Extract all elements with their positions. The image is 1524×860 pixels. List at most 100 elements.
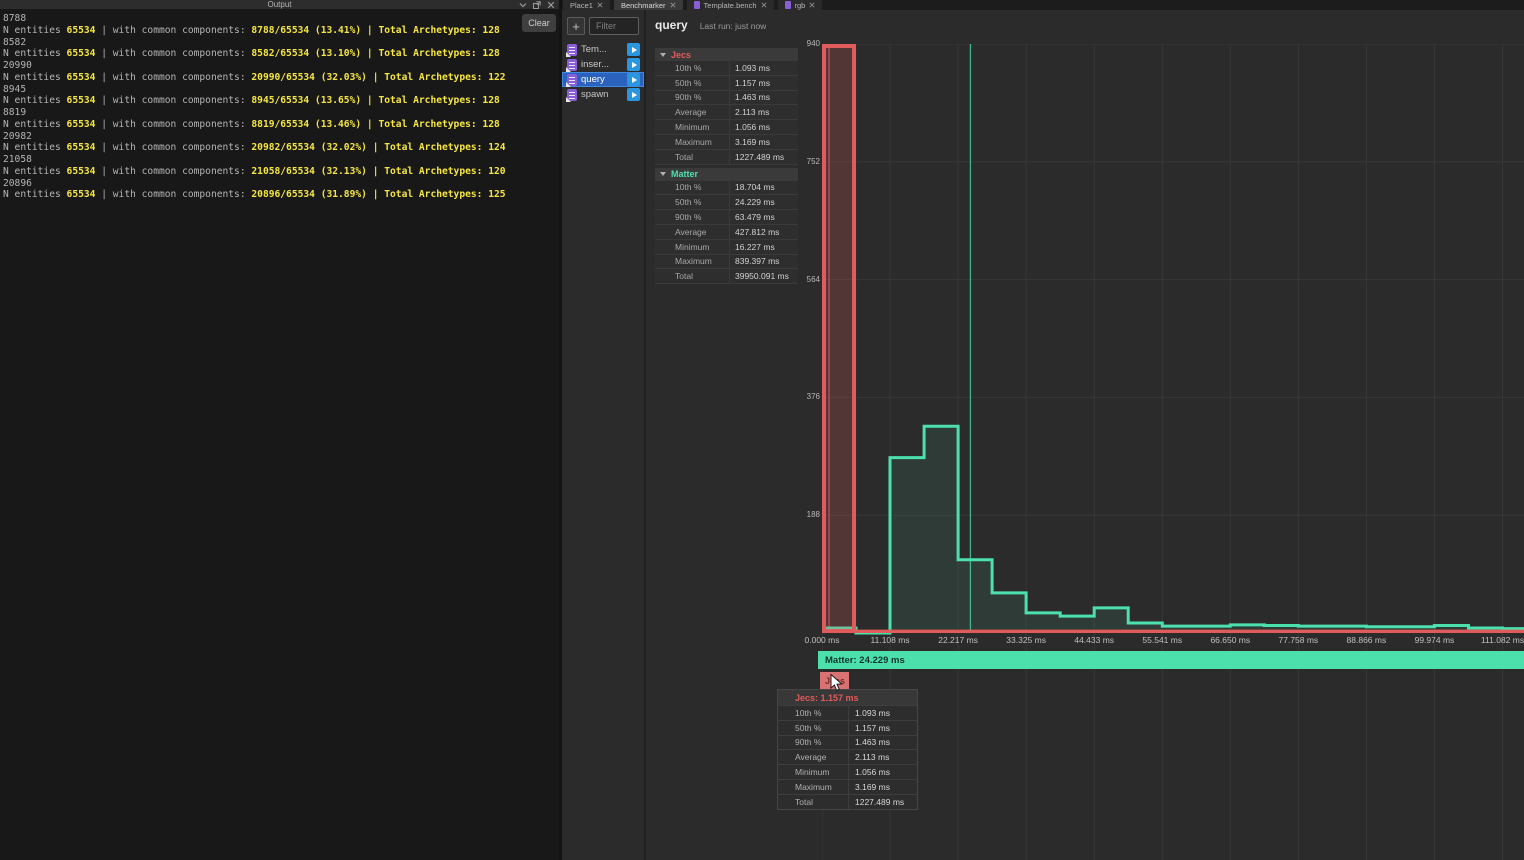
console-text: 20990 <box>3 60 32 71</box>
console-text: with common components: <box>113 72 252 83</box>
x-tick-label: 11.108 ms <box>871 635 910 645</box>
benchmark-item-label: Tem... <box>581 44 607 55</box>
last-run-label: Last run: just now <box>700 21 767 31</box>
benchmark-item-query[interactable]: query <box>562 72 644 87</box>
script-icon <box>567 89 577 101</box>
stats-row-label: 10th % <box>655 63 729 73</box>
y-tick-label: 564 <box>790 275 820 285</box>
histogram-chart[interactable] <box>822 44 1524 860</box>
stats-row-value: 1.093 ms <box>729 61 798 75</box>
output-panel-title: Output <box>0 0 559 9</box>
output-window-controls <box>519 0 555 9</box>
console-line-plain: 8788 <box>3 13 519 25</box>
run-benchmark-button[interactable] <box>627 58 640 71</box>
console-text: | <box>95 142 112 153</box>
matter-hover-bar: Matter: 24.229 ms <box>818 651 1524 669</box>
console-line-stats: N entities 65534 | with common component… <box>3 95 519 107</box>
console-text: 21058 <box>3 154 32 165</box>
console-text: 8819 <box>3 107 26 118</box>
tooltip-row-label: Total <box>778 797 848 807</box>
console-text: Total Archetypes: 124 <box>384 142 505 153</box>
console-text: 65534 <box>67 142 96 153</box>
stats-row: 10th %18.704 ms <box>655 181 798 196</box>
jecs-tooltip-title: Jecs: 1.157 ms <box>778 690 917 705</box>
play-icon <box>632 77 637 83</box>
tab-template-bench[interactable]: Template.bench <box>687 0 774 10</box>
stats-row-value: 18.704 ms <box>729 181 798 195</box>
console-log[interactable]: 8788 N entities 65534 | with common compo… <box>3 13 519 860</box>
section-name: Jecs <box>671 50 691 60</box>
console-line-stats: N entities 65534 | with common component… <box>3 48 519 60</box>
console-text: | <box>367 72 384 83</box>
benchmark-item-inser[interactable]: inser... <box>562 57 644 72</box>
x-tick-label: 44.433 ms <box>1074 635 1114 645</box>
console-text: with common components: <box>113 189 252 200</box>
stats-row-label: Total <box>655 271 729 281</box>
console-text: 65534 <box>67 119 96 130</box>
console-line-plain: 8582 <box>3 37 519 49</box>
console-line-plain: 8945 <box>3 84 519 96</box>
console-text: | <box>95 95 112 106</box>
tab-close-icon[interactable] <box>809 1 815 10</box>
add-benchmark-button[interactable]: + <box>567 17 585 35</box>
section-header-jecs[interactable]: Jecs <box>655 48 798 61</box>
stats-row-label: 10th % <box>655 182 729 192</box>
stats-row-label: Total <box>655 152 729 162</box>
tab-close-icon[interactable] <box>597 1 603 10</box>
stats-table: Jecs10th %1.093 ms50th %1.157 ms90th %1.… <box>655 45 798 284</box>
console-text: N entities <box>3 119 67 130</box>
console-text: | <box>95 189 112 200</box>
document-tab-bar: Place1 Benchmarker Template.bench rgb <box>562 0 1524 10</box>
console-text: 65534 <box>67 48 96 59</box>
tab-rgb[interactable]: rgb <box>778 0 823 10</box>
console-text: 8582/65534 (13.10%) <box>251 48 361 59</box>
x-tick-label: 22.217 ms <box>938 635 978 645</box>
close-icon[interactable] <box>547 1 555 9</box>
stats-row: 50th %1.157 ms <box>655 76 798 91</box>
tab-benchmarker[interactable]: Benchmarker <box>614 0 683 10</box>
console-text: 8582 <box>3 37 26 48</box>
console-text: | <box>367 189 384 200</box>
stats-row-label: Minimum <box>655 122 729 132</box>
console-text: Total Archetypes: 128 <box>378 95 499 106</box>
console-line-stats: N entities 65534 | with common component… <box>3 189 519 201</box>
section-header-matter[interactable]: Matter <box>655 168 798 181</box>
stats-row-label: Maximum <box>655 137 729 147</box>
console-line-stats: N entities 65534 | with common component… <box>3 142 519 154</box>
chevron-down-icon[interactable] <box>519 1 527 9</box>
run-benchmark-button[interactable] <box>627 73 640 86</box>
stats-row-label: Average <box>655 227 729 237</box>
pop-out-icon[interactable] <box>533 1 541 9</box>
clear-output-button[interactable]: Clear <box>522 14 556 32</box>
stats-row-value: 1227.489 ms <box>729 150 798 164</box>
console-text: Total Archetypes: 120 <box>384 166 505 177</box>
benchmark-title: query <box>655 18 688 32</box>
tooltip-row-label: Average <box>778 752 848 762</box>
tab-close-icon[interactable] <box>761 1 767 10</box>
run-benchmark-button[interactable] <box>627 88 640 101</box>
console-text: | <box>361 48 378 59</box>
console-text: 65534 <box>67 95 96 106</box>
console-text: with common components: <box>113 95 252 106</box>
run-benchmark-button[interactable] <box>627 43 640 56</box>
console-text: | <box>367 142 384 153</box>
stats-row-value: 1.463 ms <box>729 91 798 105</box>
tooltip-row-label: 50th % <box>778 723 848 733</box>
tab-place1[interactable]: Place1 <box>563 0 610 10</box>
script-icon <box>567 44 577 56</box>
tab-close-icon[interactable] <box>670 1 676 10</box>
filter-input[interactable] <box>589 17 639 35</box>
console-text: 20990/65534 (32.03%) <box>251 72 367 83</box>
console-line-plain: 21058 <box>3 154 519 166</box>
benchmark-item-spawn[interactable]: spawn <box>562 87 644 102</box>
output-panel: Output Clear 8788 N entities 65534 | with… <box>0 0 562 860</box>
stats-row: Minimum16.227 ms <box>655 240 798 255</box>
benchmark-item-Tem[interactable]: Tem... <box>562 42 644 57</box>
x-tick-label: 111.082 ms <box>1481 635 1524 645</box>
console-text: 8819/65534 (13.46%) <box>251 119 361 130</box>
chevron-down-icon <box>660 53 666 57</box>
play-icon <box>632 47 637 53</box>
stats-row: Average427.812 ms <box>655 225 798 240</box>
console-text: | <box>361 95 378 106</box>
console-text: 20982 <box>3 131 32 142</box>
